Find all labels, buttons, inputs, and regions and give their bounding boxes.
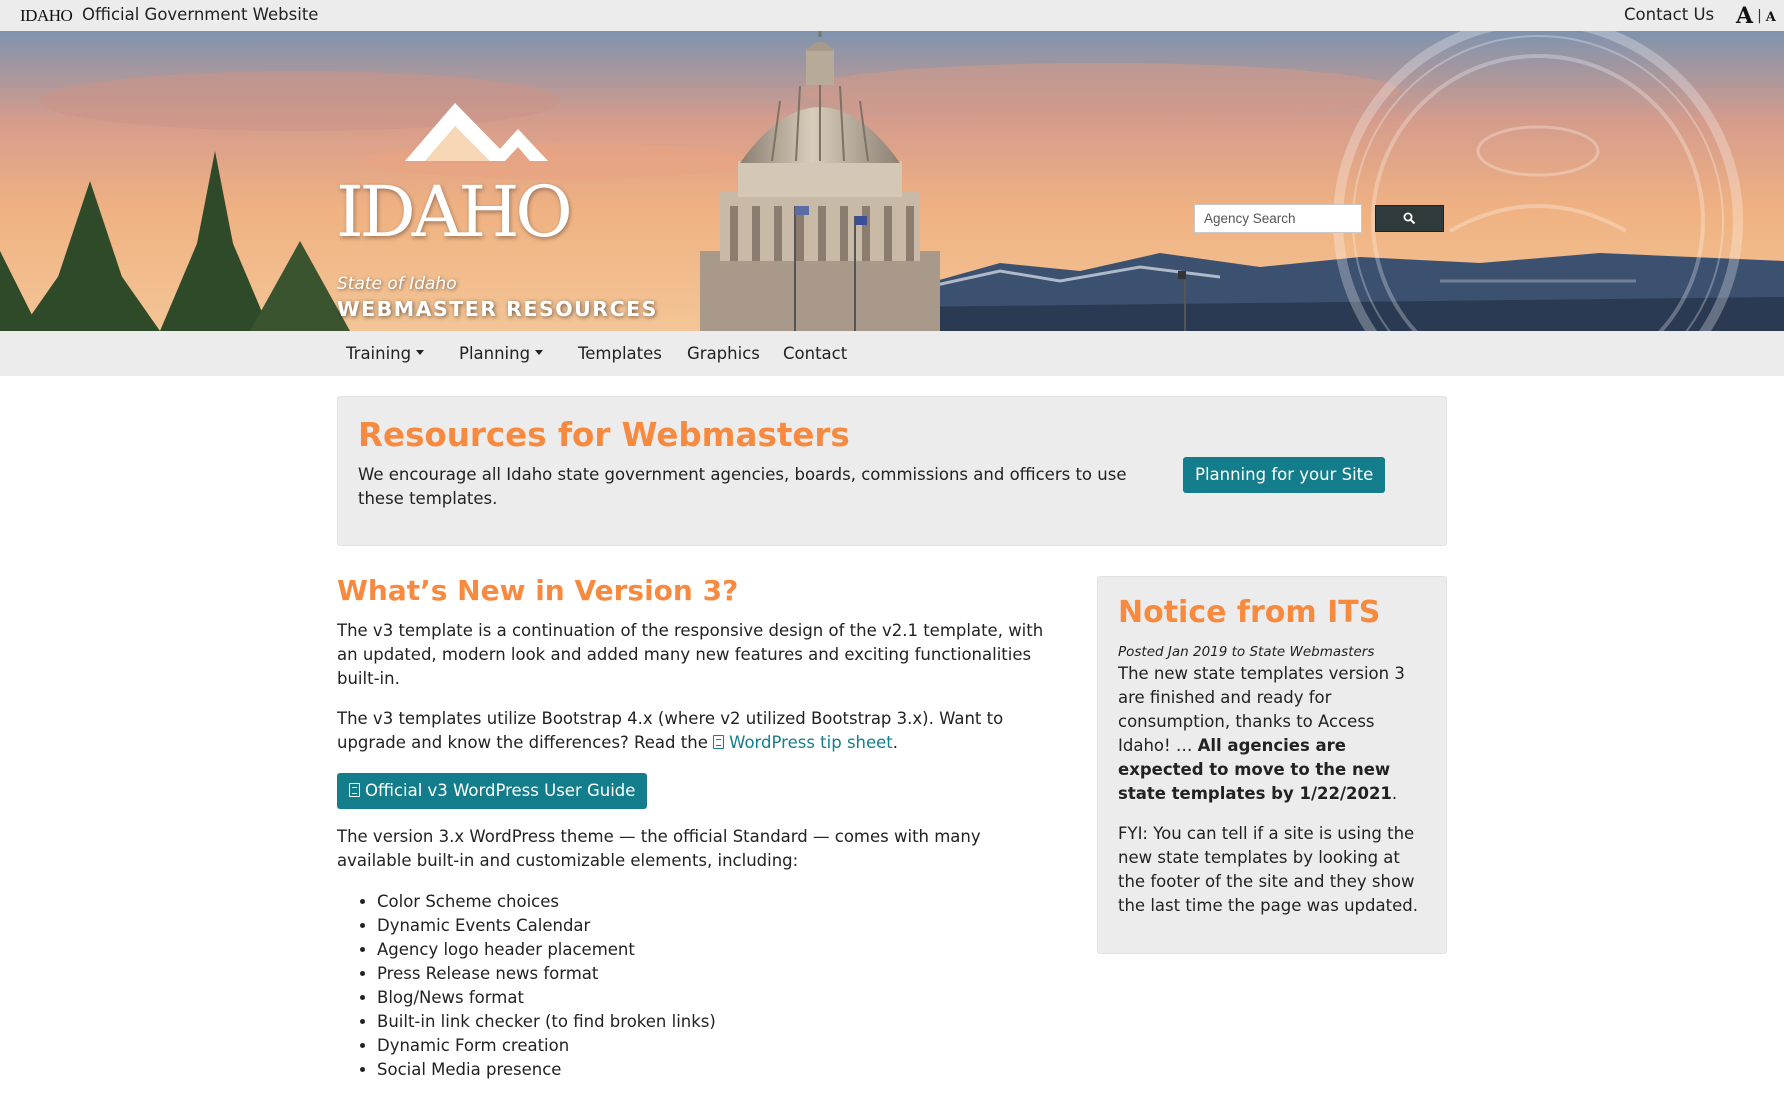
period-text: . <box>1391 784 1398 803</box>
text-size-separator: | <box>1757 7 1762 24</box>
main-navigation: Training Planning Templates Graphics Con… <box>0 331 1784 376</box>
decrease-text-size-button[interactable]: A <box>1766 10 1776 25</box>
caret-down-icon <box>535 350 544 355</box>
nav-item-graphics[interactable]: Graphics <box>687 344 760 363</box>
idaho-mini-logo[interactable]: IDAHO <box>20 6 73 26</box>
agency-search-input[interactable] <box>1194 204 1362 233</box>
state-of-idaho-label: State of Idaho <box>337 274 457 294</box>
nav-item-templates[interactable]: Templates <box>578 344 662 363</box>
official-gov-label: Official Government Website <box>82 5 319 24</box>
main-content: What’s New in Version 3? The v3 template… <box>337 570 1057 1082</box>
intro-card: Resources for Webmasters We encourage al… <box>337 396 1447 546</box>
user-guide-button-label: Official v3 WordPress User Guide <box>365 781 636 800</box>
theme-elements-paragraph: The version 3.x WordPress theme — the of… <box>337 827 981 870</box>
nav-item-label: Training <box>346 344 412 363</box>
contact-us-link[interactable]: Contact Us <box>1624 5 1714 24</box>
nav-item-contact[interactable]: Contact <box>783 344 847 363</box>
idaho-wordmark[interactable]: IDAHO <box>336 177 573 247</box>
v3-intro-paragraph: The v3 template is a continuation of the… <box>337 621 1044 688</box>
page-title: Resources for Webmasters <box>358 416 850 454</box>
whats-new-heading: What’s New in Version 3? <box>337 574 739 607</box>
notice-posted-date: Posted Jan 2019 to State Webmasters <box>1118 644 1375 660</box>
bootstrap-text: The v3 templates utilize Bootstrap 4.x (… <box>337 709 1004 752</box>
capitol-scene-image <box>0 31 1784 331</box>
nav-item-planning[interactable]: Planning <box>459 344 544 363</box>
notice-paragraph-2: FYI: You can tell if a site is using the… <box>1118 824 1418 915</box>
caret-down-icon <box>416 350 425 355</box>
list-item: Blog/News format <box>377 986 1057 1010</box>
list-item: Built-in link checker (to find broken li… <box>377 1010 1057 1034</box>
text-size-controls: A | A <box>1736 0 1776 31</box>
wordpress-tip-sheet-link[interactable]: WordPress tip sheet <box>713 733 893 752</box>
file-pdf-icon <box>349 783 360 797</box>
user-guide-button[interactable]: Official v3 WordPress User Guide <box>337 773 648 809</box>
intro-text: We encourage all Idaho state government … <box>358 465 1127 508</box>
increase-text-size-button[interactable]: A <box>1736 3 1753 29</box>
agency-search <box>1194 204 1444 233</box>
list-item: Press Release news format <box>377 962 1057 986</box>
notice-title: Notice from ITS <box>1118 595 1381 630</box>
list-item: Color Scheme choices <box>377 890 1057 914</box>
bootstrap-paragraph: The v3 templates utilize Bootstrap 4.x (… <box>337 707 1057 755</box>
file-pdf-icon <box>713 735 725 749</box>
list-item: Dynamic Form creation <box>377 1034 1057 1058</box>
list-item: Social Media presence <box>377 1058 1057 1082</box>
search-button[interactable] <box>1375 205 1444 232</box>
features-list: Color Scheme choices Dynamic Events Cale… <box>337 890 1057 1082</box>
period-text: . <box>892 733 899 752</box>
hero-banner: IDAHO State of Idaho WEBMASTER RESOURCES <box>0 31 1784 331</box>
site-name-label[interactable]: WEBMASTER RESOURCES <box>337 297 658 321</box>
notice-paragraph-1: The new state templates version 3 are fi… <box>1118 662 1426 806</box>
planning-for-your-site-button[interactable]: Planning for your Site <box>1183 457 1386 493</box>
nav-item-training[interactable]: Training <box>346 344 425 363</box>
list-item: Agency logo header placement <box>377 938 1057 962</box>
notice-card: Notice from ITS Posted Jan 2019 to State… <box>1097 576 1447 954</box>
list-item: Dynamic Events Calendar <box>377 914 1057 938</box>
tip-sheet-link-label: WordPress tip sheet <box>729 733 893 752</box>
top-gov-bar: IDAHO Official Government Website Contac… <box>0 0 1784 31</box>
nav-item-label: Planning <box>459 344 531 363</box>
search-icon <box>1403 212 1416 225</box>
